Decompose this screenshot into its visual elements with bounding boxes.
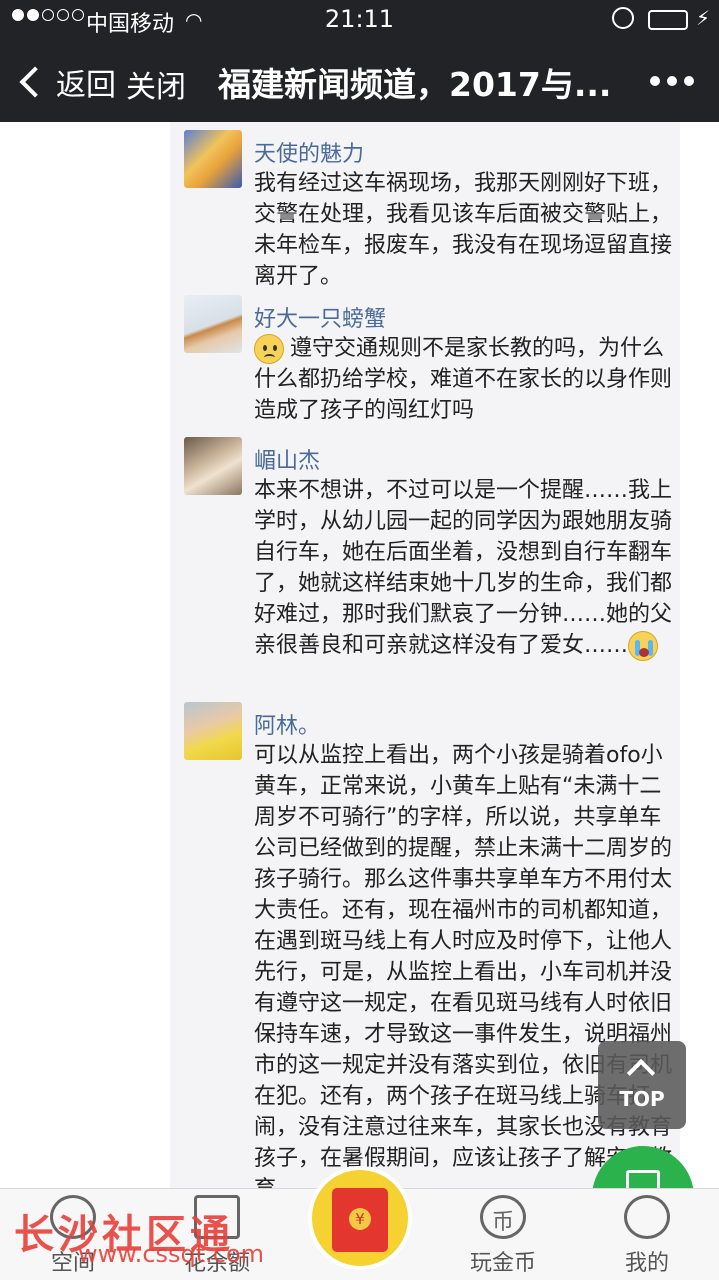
- avatar[interactable]: [184, 130, 242, 188]
- page-title: 福建新闻频道，2017与...: [218, 65, 612, 104]
- chevron-left-icon: [19, 66, 51, 98]
- charging-icon: ⚡: [696, 6, 711, 30]
- watermark-url: www.cssqt.com: [78, 1240, 265, 1268]
- back-label: 返回: [56, 68, 116, 103]
- status-bar: 中国移动 ◠ 21:11 ⚡: [0, 0, 719, 40]
- tab-label: 我的: [624, 1251, 669, 1276]
- close-button[interactable]: 关闭: [126, 62, 186, 106]
- back-button[interactable]: 返回: [16, 60, 116, 104]
- comment-list[interactable]: 天使的魅力 我有经过这车祸现场，我那天刚刚好下班，交警在处理，我看见该车后面被交…: [0, 122, 719, 1188]
- crying-emoji-icon: [628, 631, 659, 661]
- chevron-up-icon: [626, 1058, 656, 1088]
- avatar[interactable]: [184, 437, 242, 495]
- nav-bar: 返回 关闭 福建新闻频道，2017与...: [0, 40, 719, 122]
- comment-text: 遵守交通规则不是家长教的吗，为什么什么都扔给学校，难道不在家长的以身作则造成了孩…: [254, 333, 674, 426]
- comment-text: 我有经过这车祸现场，我那天刚刚好下班，交警在处理，我看见该车后面被交警贴上，未年…: [254, 171, 673, 289]
- comment-item: 好大一只螃蟹 遵守交通规则不是家长教的吗，为什么什么都扔给学校，难道不在家长的以…: [184, 295, 684, 425]
- comment-text-body: 遵守交通规则不是家长教的吗，为什么什么都扔给学校，难道不在家长的以身作则造成了孩…: [254, 336, 673, 423]
- orientation-lock-icon: [612, 7, 634, 29]
- avatar[interactable]: [184, 702, 242, 760]
- worried-emoji-icon: [254, 334, 284, 364]
- battery-icon: [648, 10, 688, 30]
- commenter-name[interactable]: 好大一只螃蟹: [254, 301, 386, 333]
- tab-label: 玩金币: [469, 1251, 536, 1276]
- comment-text: 本来不想讲，不过可以是一个提醒……我上学时，从幼儿园一起的同学因为跟她朋友骑自行…: [254, 475, 674, 661]
- comment-text-body: 本来不想讲，不过可以是一个提醒……我上学时，从幼儿园一起的同学因为跟她朋友骑自行…: [254, 478, 673, 658]
- tab-me[interactable]: 我的: [582, 1189, 712, 1280]
- tab-coins[interactable]: 玩金币: [438, 1189, 568, 1280]
- more-options-icon[interactable]: [650, 76, 694, 86]
- comment-item: 嵋山杰 本来不想讲，不过可以是一个提醒……我上学时，从幼儿园一起的同学因为跟她朋…: [184, 437, 684, 697]
- scroll-to-top-button[interactable]: TOP: [598, 1041, 686, 1129]
- top-label: TOP: [619, 1087, 665, 1111]
- coin-icon: [480, 1195, 526, 1239]
- comment-item: 天使的魅力 我有经过这车祸现场，我那天刚刚好下班，交警在处理，我看见该车后面被交…: [184, 130, 684, 290]
- person-icon: [624, 1195, 670, 1239]
- red-envelope-button[interactable]: [308, 1166, 412, 1270]
- commenter-name[interactable]: 嵋山杰: [254, 443, 320, 475]
- commenter-name[interactable]: 天使的魅力: [254, 136, 364, 168]
- commenter-name[interactable]: 阿林。: [254, 708, 320, 740]
- avatar[interactable]: [184, 295, 242, 353]
- red-envelope-icon: [332, 1188, 388, 1252]
